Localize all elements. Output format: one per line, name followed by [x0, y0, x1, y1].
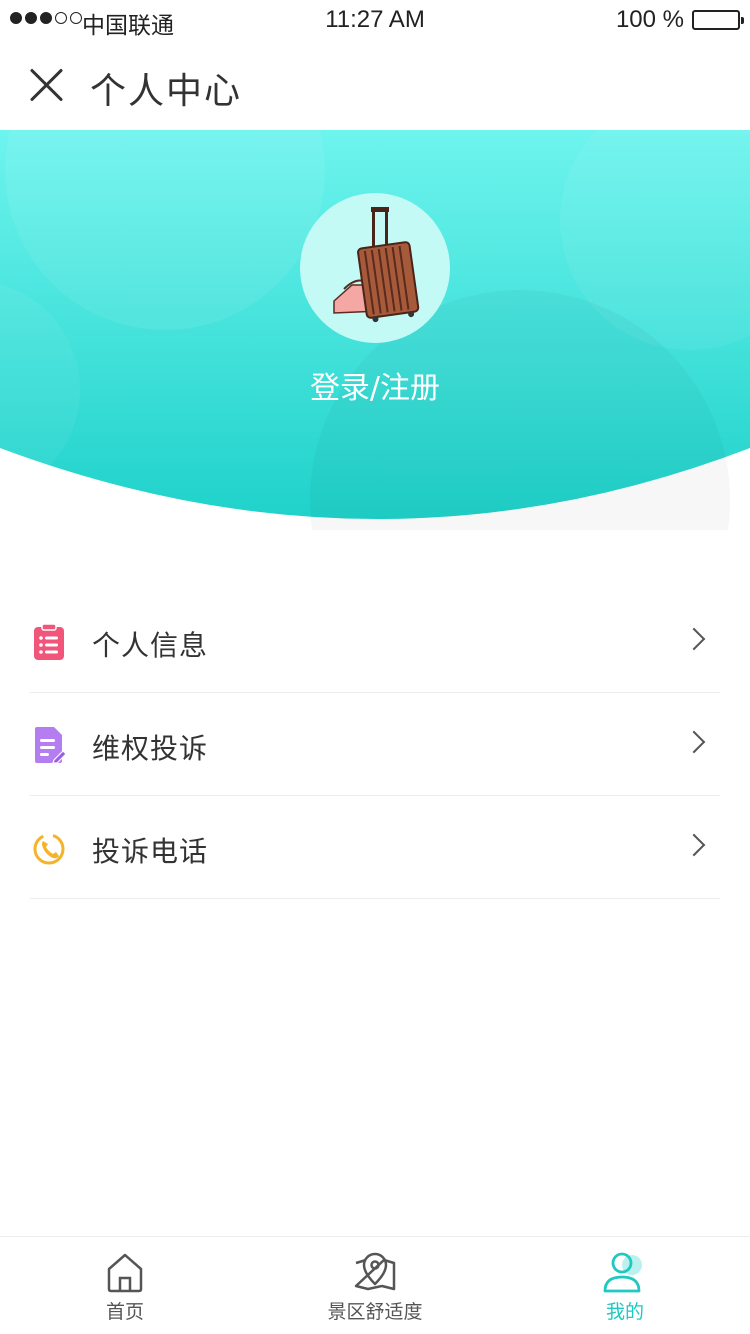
map-pin-icon: [354, 1252, 396, 1291]
menu-item-label: 维权投诉: [92, 732, 209, 765]
menu-item-label: 投诉电话: [92, 835, 209, 868]
login-register-link[interactable]: 登录/注册: [0, 363, 750, 407]
tab-label: 我的: [605, 1301, 644, 1323]
tab-home[interactable]: 首页: [0, 1237, 250, 1334]
menu-list: 个人信息 维权投诉 投诉电话: [0, 590, 750, 899]
status-bar: 中国联通 11:27 AM 100 %: [0, 0, 750, 40]
suitcase-icon: [333, 207, 420, 323]
chevron-right-icon: [682, 627, 706, 651]
clipboard-list-icon: [34, 623, 64, 660]
phone-icon: [33, 833, 65, 865]
home-icon: [107, 1253, 143, 1293]
user-icon: [603, 1252, 642, 1293]
menu-item-complaint-phone[interactable]: 投诉电话: [0, 796, 750, 899]
tab-label: 首页: [105, 1301, 144, 1323]
battery-icon: [692, 10, 744, 30]
divider: [30, 898, 720, 899]
avatar[interactable]: [300, 193, 450, 343]
navigation-bar: 个人中心: [0, 40, 750, 130]
menu-item-label: 个人信息: [92, 629, 209, 662]
page-title: 个人中心: [90, 71, 243, 112]
close-icon[interactable]: [28, 66, 66, 104]
battery-percentage: 100 %: [615, 6, 684, 33]
menu-item-complaint[interactable]: 维权投诉: [0, 693, 750, 796]
chevron-right-icon: [682, 730, 706, 754]
tab-label: 景区舒适度: [327, 1301, 423, 1323]
chevron-right-icon: [682, 833, 706, 857]
tab-scenic-comfort[interactable]: 景区舒适度: [250, 1237, 500, 1334]
bottom-tab-bar: 首页 景区舒适度 我的: [0, 1236, 750, 1334]
document-edit-icon: [35, 727, 66, 764]
menu-item-personal-info[interactable]: 个人信息: [0, 590, 750, 693]
tab-mine[interactable]: 我的: [500, 1237, 750, 1334]
profile-header: 登录/注册: [0, 130, 750, 530]
